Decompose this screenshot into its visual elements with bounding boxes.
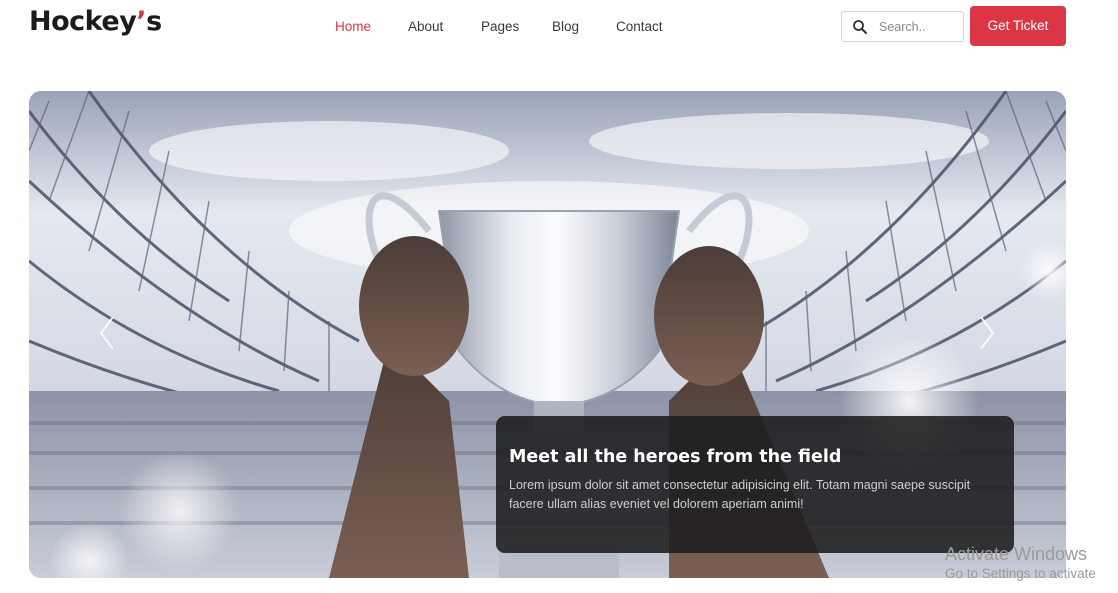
page: Hockey’s Home About Pages Blog Contact G… bbox=[0, 0, 1118, 593]
carousel-next-icon[interactable] bbox=[975, 313, 999, 353]
nav-blog[interactable]: Blog bbox=[552, 19, 579, 34]
nav-contact[interactable]: Contact bbox=[616, 19, 663, 34]
site-logo[interactable]: Hockey’s bbox=[29, 6, 162, 37]
watermark-line1: Activate Windows bbox=[945, 544, 1088, 564]
search-input[interactable] bbox=[879, 18, 959, 36]
hero-caption: Meet all the heroes from the field Lorem… bbox=[496, 416, 1014, 553]
logo-apostrophe: ’ bbox=[136, 6, 147, 37]
nav-home[interactable]: Home bbox=[335, 19, 371, 34]
carousel-prev-icon[interactable] bbox=[95, 313, 119, 353]
caption-title: Meet all the heroes from the field bbox=[509, 447, 842, 467]
logo-text: Hockey bbox=[29, 6, 137, 37]
windows-activation-watermark: Activate Windows Go to Settings to activ… bbox=[945, 543, 1118, 583]
get-ticket-button[interactable]: Get Ticket bbox=[970, 6, 1066, 46]
logo-suffix: s bbox=[146, 6, 162, 37]
search-box bbox=[841, 11, 964, 42]
nav-about[interactable]: About bbox=[408, 19, 443, 34]
search-icon[interactable] bbox=[852, 19, 868, 35]
watermark-line2: Go to Settings to activate bbox=[945, 566, 1096, 581]
caption-text: Lorem ipsum dolor sit amet consectetur a… bbox=[509, 478, 971, 511]
nav-pages[interactable]: Pages bbox=[481, 19, 519, 34]
